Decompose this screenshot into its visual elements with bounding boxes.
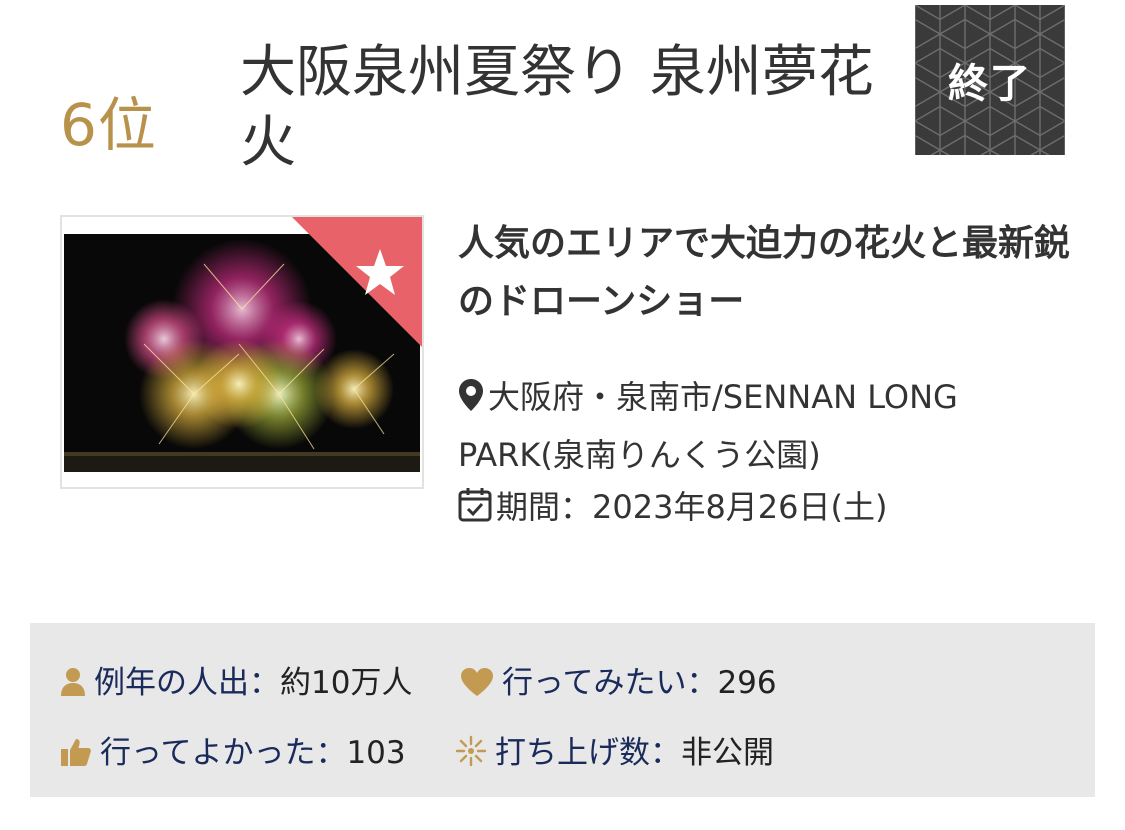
location-row: 大阪府・泉南市/SENNAN LONG PARK(泉南りんくう公園) xyxy=(458,370,1058,482)
launches-label: 打ち上げ数： xyxy=(495,735,681,771)
person-icon xyxy=(60,667,86,705)
status-badge: 終了 xyxy=(915,5,1065,155)
stat-launches: 打ち上げ数：非公開 xyxy=(455,727,774,775)
stat-want-to-go: 行ってみたい：296 xyxy=(460,657,777,705)
event-headline: 人気のエリアで大迫力の花火と最新鋭のドローンショー xyxy=(458,223,1071,322)
want-to-go-value: 296 xyxy=(717,665,777,701)
want-to-go-label: 行ってみたい： xyxy=(502,665,718,701)
attendance-value: 約10万人 xyxy=(280,665,413,701)
map-pin-icon xyxy=(458,374,484,428)
event-title[interactable]: 大阪泉州夏祭り 泉州夢花火 xyxy=(240,38,900,178)
glad-went-label: 行ってよかった： xyxy=(100,735,347,771)
stat-attendance: 例年の人出：約10万人 xyxy=(60,657,412,705)
location-text: 大阪府・泉南市/SENNAN LONG PARK(泉南りんくう公園) xyxy=(458,378,958,474)
launches-value: 非公開 xyxy=(681,735,774,771)
stats-panel: 例年の人出：約10万人 行ってみたい：296 行ってよかった：103 打ち上げ数… xyxy=(30,623,1095,797)
date-text: 期間：2023年8月26日(土) xyxy=(496,488,888,526)
status-text: 終了 xyxy=(948,61,1032,107)
event-photo[interactable] xyxy=(60,215,424,489)
calendar-check-icon xyxy=(458,484,492,538)
attendance-label: 例年の人出： xyxy=(94,665,280,701)
heart-icon xyxy=(460,667,494,705)
date-row: 期間：2023年8月26日(土) xyxy=(458,480,888,538)
ribbon-corner xyxy=(292,217,422,347)
thumbs-up-icon xyxy=(60,737,92,775)
firework-icon xyxy=(455,735,487,775)
glad-went-value: 103 xyxy=(346,735,406,771)
rank-label: 6位 xyxy=(60,91,157,159)
stat-glad-went: 行ってよかった：103 xyxy=(60,727,406,775)
